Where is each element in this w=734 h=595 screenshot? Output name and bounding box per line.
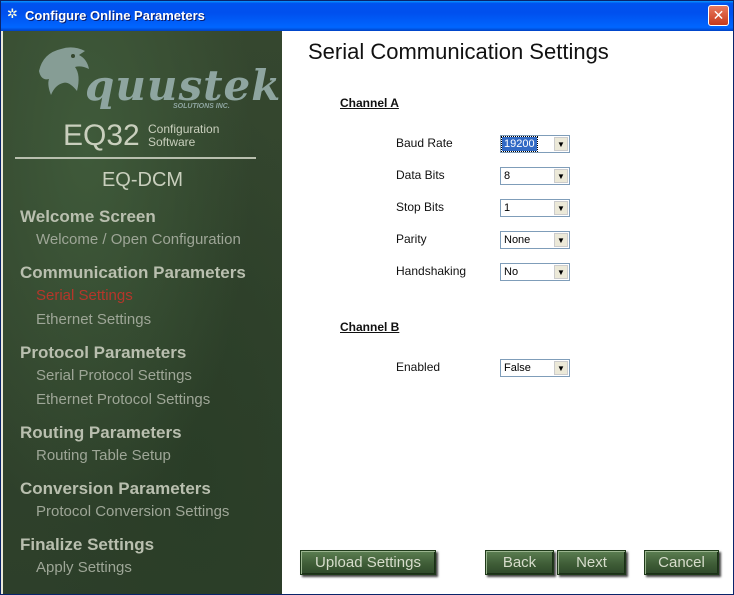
sidebar-divider (15, 157, 256, 159)
nav-item-ethernet-protocol[interactable]: Ethernet Protocol Settings (36, 391, 210, 408)
wizard-sidebar: quustek SOLUTIONS INC. EQ32 Configuratio… (3, 31, 282, 594)
chevron-down-icon[interactable]: ▼ (554, 361, 568, 375)
chevron-down-icon[interactable]: ▼ (554, 201, 568, 215)
configure-window: ✲ Configure Online Parameters ✕ quustek … (0, 0, 734, 595)
nav-item-serial-settings[interactable]: Serial Settings (36, 287, 133, 304)
device-name: EQ-DCM (101, 169, 184, 191)
stop-bits-select[interactable]: 1 ▼ (500, 199, 570, 217)
horse-logo-icon (39, 47, 89, 95)
nav-item-serial-protocol[interactable]: Serial Protocol Settings (36, 367, 192, 384)
channel-a-heading: Channel A (340, 96, 399, 110)
nav-heading-protocol: Protocol Parameters (20, 343, 187, 362)
product-description-line2: Software (148, 135, 196, 149)
handshaking-select[interactable]: No ▼ (500, 263, 570, 281)
data-bits-value: 8 (504, 170, 511, 182)
chevron-down-icon[interactable]: ▼ (554, 169, 568, 183)
content-panel (282, 31, 733, 594)
channel-b-heading: Channel B (340, 320, 400, 334)
page-title: Serial Communication Settings (308, 39, 609, 64)
parity-value: None (504, 234, 531, 246)
baud-rate-label: Baud Rate (396, 136, 453, 150)
close-icon: ✕ (712, 8, 725, 24)
next-button[interactable]: Next (557, 550, 626, 575)
parity-label: Parity (396, 232, 427, 246)
stop-bits-label: Stop Bits (396, 200, 445, 214)
baud-rate-select[interactable]: 19200 ▼ (500, 135, 570, 153)
product-description: Configuration Software (148, 123, 219, 149)
nav-item-apply-settings[interactable]: Apply Settings (36, 559, 132, 576)
close-button[interactable]: ✕ (708, 5, 729, 26)
nav-item-welcome-open[interactable]: Welcome / Open Configuration (36, 231, 241, 248)
product-name: EQ32 (63, 119, 140, 152)
chevron-down-icon[interactable]: ▼ (554, 265, 568, 279)
nav-heading-routing: Routing Parameters (20, 423, 182, 442)
upload-settings-button[interactable]: Upload Settings (300, 550, 436, 575)
window-title: Configure Online Parameters (25, 8, 205, 23)
nav-heading-welcome: Welcome Screen (20, 207, 156, 226)
baud-rate-value: 19200 (501, 136, 538, 152)
parity-select[interactable]: None ▼ (500, 231, 570, 249)
nav-heading-finalize: Finalize Settings (20, 535, 155, 554)
enabled-label: Enabled (396, 360, 441, 374)
back-button[interactable]: Back (485, 550, 554, 575)
cancel-button[interactable]: Cancel (644, 550, 719, 575)
chevron-down-icon[interactable]: ▼ (554, 137, 568, 151)
handshaking-value: No (504, 266, 519, 278)
nav-item-routing-table[interactable]: Routing Table Setup (36, 447, 171, 464)
nav-heading-communication: Communication Parameters (20, 263, 246, 282)
logo-subtitle: SOLUTIONS INC. (173, 103, 230, 110)
chevron-down-icon[interactable]: ▼ (554, 233, 568, 247)
title-bar[interactable]: ✲ Configure Online Parameters ✕ (1, 1, 733, 31)
stop-bits-value: 1 (504, 202, 511, 214)
enabled-select[interactable]: False ▼ (500, 359, 570, 377)
nav-item-ethernet-settings[interactable]: Ethernet Settings (36, 311, 151, 328)
data-bits-select[interactable]: 8 ▼ (500, 167, 570, 185)
data-bits-label: Data Bits (396, 168, 445, 182)
enabled-value: False (504, 362, 531, 374)
handshaking-label: Handshaking (396, 264, 467, 278)
app-gear-icon: ✲ (7, 7, 18, 22)
nav-heading-conversion: Conversion Parameters (20, 479, 211, 498)
nav-item-protocol-conversion[interactable]: Protocol Conversion Settings (36, 503, 229, 520)
